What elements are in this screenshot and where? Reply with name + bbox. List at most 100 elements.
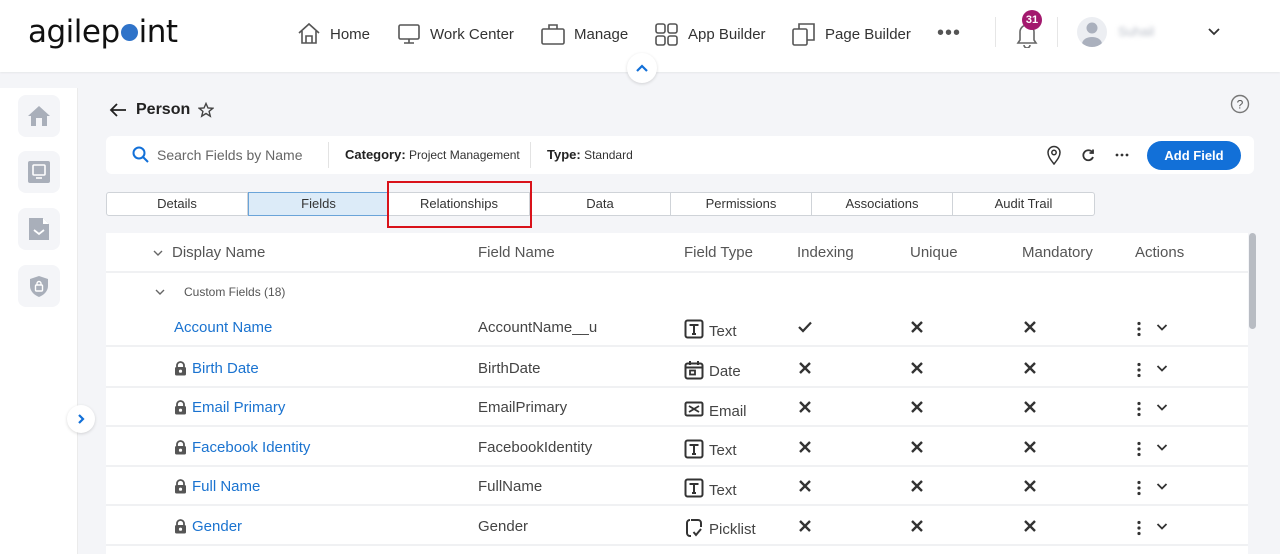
expand-sidebar-button[interactable] [67,405,95,433]
display-name-link[interactable]: Gender [192,518,242,535]
lock-icon [175,439,186,454]
display-name-link[interactable]: Email Primary [192,399,285,416]
text-type-icon [684,319,704,339]
display-name-cell: Facebook Identity [174,439,310,456]
group-row-custom-fields[interactable]: Custom Fields (18) [154,285,285,299]
column-header-unique[interactable]: Unique [910,244,958,261]
picklist-icon [686,518,702,537]
collapse-header-button[interactable] [627,53,657,83]
unique-mark [909,319,925,335]
display-name-cell: Full Name [174,478,260,495]
table-scrollbar[interactable] [1249,233,1256,329]
indexing-mark [797,399,813,415]
display-name-link[interactable]: Facebook Identity [192,439,310,456]
avatar[interactable] [1077,17,1107,47]
sidebar-item-work-center[interactable] [18,151,60,193]
table-row: Email Primary EmailPrimary Email [106,387,1248,427]
refresh-icon [1082,149,1094,162]
user-name[interactable]: Suhail [1118,24,1154,39]
calendar-icon [684,360,704,379]
chevron-down-icon[interactable] [1155,440,1169,454]
location-button[interactable] [1044,145,1064,165]
text-type-icon [684,439,704,458]
help-icon[interactable]: ? [1230,94,1250,114]
display-name-cell: Birth Date [174,360,259,377]
table-row: Account Name AccountName__u Text [106,307,1248,347]
sidebar-item-home[interactable] [18,95,60,137]
agilepoint-logo[interactable]: agilep int [28,14,178,50]
logo-dot [120,24,138,41]
search-field[interactable]: Search Fields by Name [132,146,303,163]
nav-manage[interactable]: Manage [540,20,628,48]
more-vertical-icon[interactable] [1136,401,1142,417]
field-type-label: Text [709,481,737,499]
svg-text:?: ? [1237,98,1244,112]
cross-icon [1024,321,1036,333]
checkmark-icon [798,321,812,333]
chevron-down-icon[interactable] [1155,361,1169,375]
mandatory-mark [1022,360,1038,376]
nav-manage-label: Manage [574,25,629,43]
column-header-indexing[interactable]: Indexing [797,244,854,261]
search-icon [132,146,149,163]
unique-mark [909,439,925,455]
divider [1057,17,1058,47]
chevron-down-icon[interactable] [1206,24,1222,40]
field-type-cell: Picklist [684,518,756,542]
type-info: Type: Standard [547,147,633,162]
more-vertical-icon[interactable] [1136,520,1142,536]
tab-associations[interactable]: Associations [812,193,953,215]
chevron-right-icon [78,414,85,424]
notification-badge: 31 [1022,10,1042,30]
chevron-down-icon[interactable] [1155,320,1169,334]
column-header-field-type[interactable]: Field Type [684,244,753,261]
more-vertical-icon[interactable] [1136,480,1142,496]
tab-audit-trail[interactable]: Audit Trail [953,193,1094,215]
nav-page-builder[interactable]: Page Builder [791,20,911,48]
field-type-cell: Text [684,319,737,343]
tab-relationships[interactable]: Relationships [389,193,530,215]
field-name-cell: EmailPrimary [478,399,568,416]
nav-work-center[interactable]: Work Center [396,20,514,48]
display-name-link[interactable]: Birth Date [192,360,259,377]
chevron-down-icon[interactable] [1155,479,1169,493]
display-name-link[interactable]: Account Name [174,319,272,336]
display-name-link[interactable]: Full Name [192,478,260,495]
sidebar-item-security[interactable] [18,265,60,307]
field-type-label: Text [709,442,737,459]
nav-app-builder[interactable]: App Builder [654,20,766,48]
lock-icon [175,479,186,494]
cross-icon [911,401,923,413]
tab-details[interactable]: Details [107,193,248,215]
add-field-button[interactable]: Add Field [1147,141,1241,170]
tab-data[interactable]: Data [530,193,671,215]
field-type-label: Email [709,402,747,420]
chevron-down-icon[interactable] [1155,400,1169,414]
cross-icon [911,519,923,532]
column-header-mandatory[interactable]: Mandatory [1022,244,1093,261]
field-name-cell: FacebookIdentity [478,438,593,456]
column-header-display-name[interactable]: Display Name [152,244,265,261]
sidebar-item-documents[interactable] [18,208,60,250]
search-input[interactable]: Search Fields by Name [157,147,303,163]
display-name-cell: Gender [174,518,242,535]
more-vertical-icon[interactable] [1136,441,1142,457]
more-vertical-icon[interactable] [1136,321,1142,337]
tab-permissions[interactable]: Permissions [671,193,812,215]
chevron-down-icon[interactable] [1155,519,1169,533]
table-row: Facebook Identity FacebookIdentity Text [106,427,1248,467]
cross-icon [1024,401,1036,413]
tab-fields[interactable]: Fields [248,192,389,216]
nav-home[interactable]: Home [296,20,370,48]
refresh-button[interactable] [1078,145,1098,165]
more-vertical-icon[interactable] [1136,362,1142,378]
column-header-field-name[interactable]: Field Name [478,244,555,261]
field-type-cell: Date [684,360,741,384]
star-icon[interactable] [198,102,215,118]
more-options-button[interactable] [1112,145,1132,165]
table-row: Gender Gender Picklist [106,506,1248,546]
back-arrow-icon[interactable] [108,100,128,120]
cross-icon [1024,440,1036,453]
left-sidebar [0,88,78,554]
nav-more-button[interactable]: ••• [937,22,961,45]
